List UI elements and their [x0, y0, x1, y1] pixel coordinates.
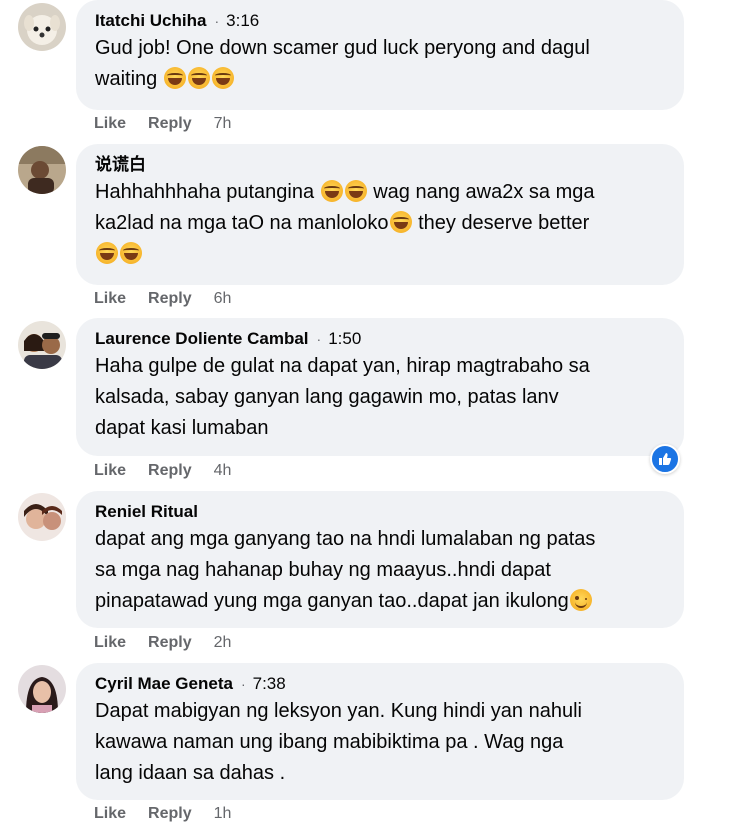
winking-emoji-icon: [569, 589, 592, 611]
comment-age[interactable]: 2h: [214, 633, 232, 653]
avatar[interactable]: [18, 146, 66, 194]
comment-line: kawawa naman ung ibang mabibiktima pa . …: [95, 731, 564, 753]
reply-link[interactable]: Reply: [148, 804, 192, 824]
comment-actions: Like Reply 6h: [94, 289, 231, 309]
avatar[interactable]: [18, 321, 66, 369]
reply-link[interactable]: Reply: [148, 114, 192, 134]
reply-link[interactable]: Reply: [148, 289, 192, 309]
author-name[interactable]: Reniel Ritual: [95, 500, 198, 524]
comment-line: dapat kasi lumaban: [95, 417, 269, 439]
comment-actions: Like Reply 2h: [94, 633, 231, 653]
author-name[interactable]: 说谎白: [95, 153, 146, 177]
separator-dot: ·: [316, 331, 322, 347]
comment-text: Hahhahhhaha putangina wag nang awa2x sa …: [95, 177, 665, 270]
comment-line: pinapatawad yung mga ganyan tao..dapat j…: [95, 590, 569, 612]
laughing-emoji-icon: [344, 180, 367, 202]
comment-line: ka2lad na mga taO na manloloko: [95, 212, 389, 234]
separator-dot: ·: [214, 13, 220, 29]
like-link[interactable]: Like: [94, 804, 126, 824]
comment-bubble: Cyril Mae Geneta · 7:38 Dapat mabigyan n…: [76, 663, 684, 800]
comment-time[interactable]: 1:50: [328, 327, 361, 351]
laughing-emoji-icon: [187, 67, 210, 89]
avatar[interactable]: [18, 665, 66, 713]
comment-actions: Like Reply 4h: [94, 461, 231, 481]
comment-age[interactable]: 7h: [214, 114, 232, 134]
comment-line: waiting: [95, 68, 158, 90]
comment-bubble: Itatchi Uchiha · 3:16 Gud job! One down …: [76, 0, 684, 110]
like-link[interactable]: Like: [94, 289, 126, 309]
comment-line: sa mga nag hahanap buhay ng maayus..hndi…: [95, 559, 551, 581]
comment-line: Dapat mabigyan ng leksyon yan. Kung hind…: [95, 700, 582, 722]
comment-line: lang idaan sa dahas .: [95, 762, 286, 784]
like-link[interactable]: Like: [94, 114, 126, 134]
author-name[interactable]: Cyril Mae Geneta: [95, 672, 233, 696]
comment-text: Gud job! One down scamer gud luck peryon…: [95, 33, 665, 95]
comment-bubble: Reniel Ritual dapat ang mga ganyang tao …: [76, 491, 684, 628]
comment-text: Dapat mabigyan ng leksyon yan. Kung hind…: [95, 696, 665, 789]
comment-bubble: 说谎白 Hahhahhhaha putangina wag nang awa2x…: [76, 144, 684, 285]
laughing-emoji-icon: [96, 242, 118, 264]
comment-text: Haha gulpe de gulat na dapat yan, hirap …: [95, 351, 665, 444]
comment-time[interactable]: 3:16: [226, 9, 259, 33]
comment-age[interactable]: 1h: [214, 804, 232, 824]
separator-dot: ·: [240, 676, 246, 692]
comment-line: they deserve better: [418, 212, 590, 234]
comment-text: dapat ang mga ganyang tao na hndi lumala…: [95, 524, 665, 617]
thumbs-up-icon[interactable]: [650, 444, 680, 474]
comment-line: kalsada, sabay ganyan lang gagawin mo, p…: [95, 386, 559, 408]
laughing-emoji-icon: [389, 211, 412, 233]
comment-bubble: Laurence Doliente Cambal · 1:50 Haha gul…: [76, 318, 684, 456]
avatar[interactable]: [18, 493, 66, 541]
comment-line: Gud job! One down scamer gud luck peryon…: [95, 37, 590, 59]
comment-actions: Like Reply 1h: [94, 804, 231, 824]
comment-age[interactable]: 4h: [214, 461, 232, 481]
avatar[interactable]: [18, 3, 66, 51]
comment-line: Hahhahhhaha putangina: [95, 181, 315, 203]
like-link[interactable]: Like: [94, 461, 126, 481]
comment-age[interactable]: 6h: [214, 289, 232, 309]
laughing-emoji-icon: [120, 242, 142, 264]
comment-line: Haha gulpe de gulat na dapat yan, hirap …: [95, 355, 590, 377]
author-name[interactable]: Laurence Doliente Cambal: [95, 327, 309, 351]
laughing-emoji-icon: [163, 67, 186, 89]
author-name[interactable]: Itatchi Uchiha: [95, 9, 206, 33]
comment-actions: Like Reply 7h: [94, 114, 231, 134]
like-link[interactable]: Like: [94, 633, 126, 653]
reply-link[interactable]: Reply: [148, 461, 192, 481]
laughing-emoji-icon: [211, 67, 234, 89]
comment-line: dapat ang mga ganyang tao na hndi lumala…: [95, 528, 596, 550]
comment-line: wag nang awa2x sa mga: [373, 181, 595, 203]
reply-link[interactable]: Reply: [148, 633, 192, 653]
comment-time[interactable]: 7:38: [253, 672, 286, 696]
laughing-emoji-icon: [320, 180, 343, 202]
